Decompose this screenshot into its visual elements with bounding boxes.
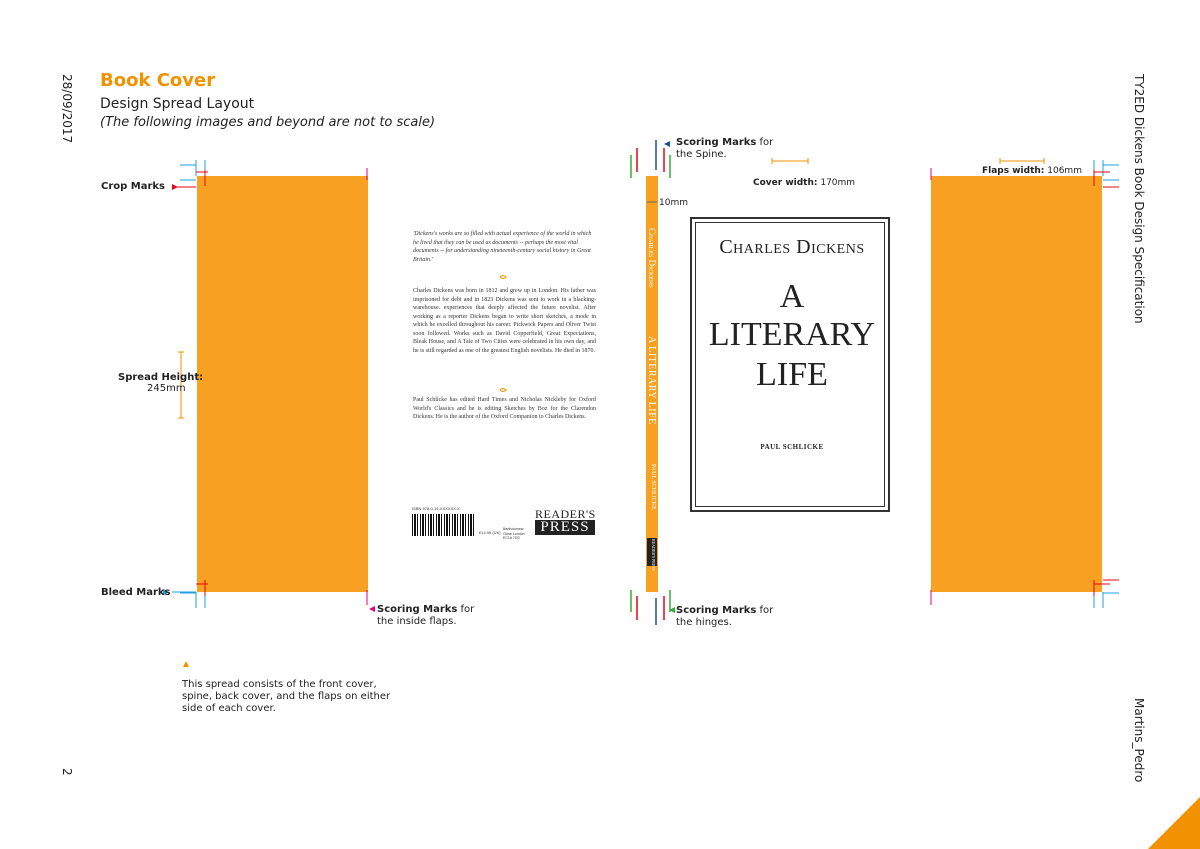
bleed-marks-label: Bleed Marks bbox=[101, 587, 171, 598]
isbn-text: ISBN 978-0-19-XXXXXX-X bbox=[412, 506, 460, 511]
publisher-logo-line2: PRESS bbox=[535, 520, 595, 535]
front-author: Charles Dickens bbox=[719, 236, 865, 258]
footnote-line-2: spine, back cover, and the flaps on eith… bbox=[182, 691, 391, 702]
front-title-line3: LIFE bbox=[756, 356, 828, 393]
corner-accent bbox=[1148, 797, 1200, 849]
footnote-line-1: This spread consists of the front cover, bbox=[182, 679, 377, 690]
front-title-line2: LITERARY bbox=[708, 316, 876, 353]
spread-height-value: 245mm bbox=[147, 383, 186, 394]
scoring-spine-label: Scoring Marks for bbox=[676, 137, 774, 148]
spine-title: A LITERARY LIFE bbox=[646, 336, 657, 425]
crop-marks-label: Crop Marks bbox=[101, 181, 166, 192]
barcode-bars bbox=[412, 514, 474, 536]
flaps-width-label: Flaps width: 106mm bbox=[982, 166, 1082, 176]
footnote: This spread consists of the front cover,… bbox=[182, 679, 390, 715]
spread-height-label: Spread Height: bbox=[118, 372, 204, 383]
spine-width-label: 10mm bbox=[659, 198, 688, 208]
spine-author: Charles Dickens bbox=[647, 228, 657, 288]
publisher-address: Bartholomew Close London EC1A 7DS bbox=[503, 527, 525, 540]
footnote-line-3: side of each cover. bbox=[182, 703, 276, 714]
scoring-flaps-label: Scoring Marks for bbox=[377, 604, 475, 615]
cover-width-label: Cover width: 170mm bbox=[753, 178, 856, 188]
scoring-spine-line2: the Spine. bbox=[676, 149, 727, 160]
price-text: £14.99 (UK) bbox=[479, 530, 501, 535]
back-cover-quote: 'Dickens's works are so filled with actu… bbox=[413, 231, 592, 263]
scoring-hinges-line2: the hinges. bbox=[676, 617, 732, 628]
front-byline: PAUL SCHLICKE bbox=[760, 443, 824, 451]
spine-byline: PAUL SCHLICKE bbox=[650, 464, 656, 510]
spine-publisher: READER'S PRESS bbox=[651, 539, 656, 571]
scoring-flaps-line2: the inside flaps. bbox=[377, 616, 457, 627]
back-cover-editor: Paul Schlicke has edited Hard Times and … bbox=[413, 397, 596, 420]
publisher-logo: READER'S PRESS bbox=[535, 508, 595, 535]
print-marks bbox=[163, 140, 1119, 667]
back-cover-bio: Charles Dickens was born in 1812 and gre… bbox=[413, 288, 596, 354]
front-title-line1: A bbox=[779, 278, 805, 315]
scoring-hinges-label: Scoring Marks for bbox=[676, 605, 774, 616]
